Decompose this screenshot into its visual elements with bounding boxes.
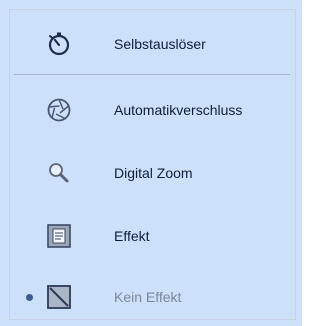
self-timer-icon [45, 30, 73, 58]
menu-item-self-timer[interactable]: Selbstauslöser [10, 19, 295, 69]
aperture-icon [45, 96, 73, 124]
menu-item-label: Selbstauslöser [114, 36, 206, 52]
menu-item-label: Automatikverschluss [114, 102, 243, 118]
menu-item-digital-zoom[interactable]: Digital Zoom [10, 148, 295, 198]
menu-item-label: Digital Zoom [114, 165, 193, 181]
selected-bullet-icon [26, 293, 33, 301]
menu-item-effect[interactable]: Effekt [10, 211, 295, 261]
menu-item-no-effect[interactable]: Kein Effekt [10, 272, 295, 322]
effect-icon [45, 222, 73, 250]
menu-item-auto-shutter[interactable]: Automatikverschluss [10, 85, 295, 135]
no-effect-icon [45, 283, 73, 311]
magnifier-icon [45, 159, 73, 187]
menu-item-label: Effekt [114, 228, 150, 244]
context-menu: Selbstauslöser Automatikverschluss Digit… [0, 0, 302, 326]
menu-separator [14, 74, 290, 75]
menu-item-label: Kein Effekt [114, 289, 182, 305]
